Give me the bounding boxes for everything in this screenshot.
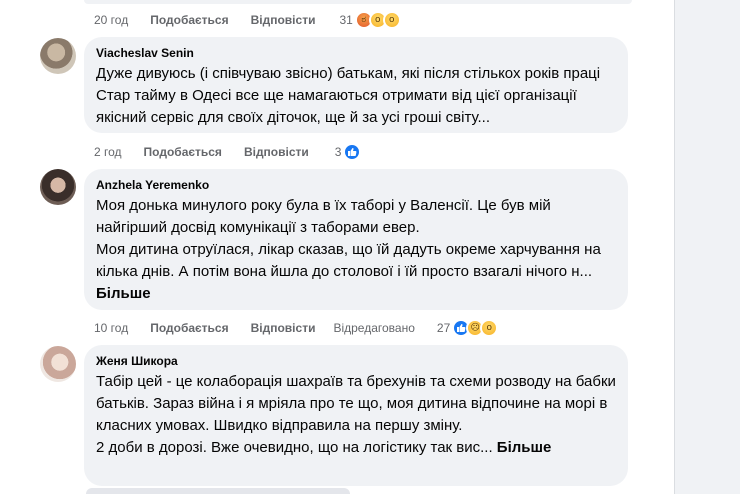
wow-reaction-icon: o [382, 11, 401, 29]
comment-bubble: Женя Шикора Табір цей - це колаборація ш… [84, 345, 628, 486]
reply-button[interactable]: Відповісти [251, 13, 316, 27]
comment-body: Моя донька минулого року була в їх табор… [96, 197, 601, 280]
avatar[interactable] [40, 169, 76, 205]
avatar[interactable] [40, 346, 76, 382]
comment-bubble: Viacheslav Senin Дуже дивуюсь (і співчув… [84, 37, 628, 133]
comment-bubble: Anzhela Yeremenko Моя донька минулого ро… [84, 169, 628, 310]
comment-author[interactable]: Viacheslav Senin [96, 45, 616, 61]
like-button[interactable]: Подобається [150, 321, 228, 335]
comment-author[interactable]: Женя Шикора [96, 353, 616, 369]
comment-time[interactable]: 20 год [94, 13, 128, 27]
reply-button[interactable]: Відповісти [251, 321, 316, 335]
comment-author[interactable]: Anzhela Yeremenko [96, 177, 616, 193]
like-button[interactable]: Подобається [150, 13, 228, 27]
avatar[interactable] [40, 38, 76, 74]
reactions-summary[interactable] [343, 143, 362, 161]
reactions-summary[interactable]: ಠ o o [354, 11, 401, 29]
comment-body: Дуже дивуюсь (і співчуваю звісно) батька… [96, 65, 605, 126]
see-more-link[interactable]: Більше [497, 439, 552, 456]
reactions-summary[interactable]: ☹ o [452, 319, 499, 337]
comment-time[interactable]: 2 год [94, 145, 122, 159]
comment-text: Дуже дивуюсь (і співчуваю звісно) батька… [96, 63, 616, 129]
previous-comment-bubble [84, 0, 632, 4]
comment-actions: 2 год Подобається Відповісти 3 [94, 143, 362, 161]
comment-text: Моя донька минулого року була в їх табор… [96, 195, 616, 305]
comments-page: 20 год Подобається Відповісти 31 ಠ o o V… [0, 0, 740, 494]
reaction-count[interactable]: 27 [437, 321, 450, 335]
comment-actions: 10 год Подобається Відповісти Відредагов… [94, 319, 499, 337]
comment-time[interactable]: 10 год [94, 321, 128, 335]
comment-text: Табір цей - це колаборація шахраїв та бр… [96, 371, 616, 459]
attachment-preview[interactable] [86, 488, 350, 494]
reply-button[interactable]: Відповісти [244, 145, 309, 159]
right-side-panel [674, 0, 740, 494]
wow-reaction-icon: o [480, 319, 499, 337]
see-more-link[interactable]: Більше [96, 285, 151, 302]
edited-label[interactable]: Відредаговано [333, 321, 414, 335]
reaction-count[interactable]: 31 [339, 13, 352, 27]
previous-comment-actions: 20 год Подобається Відповісти 31 ಠ o o [94, 11, 401, 29]
like-button[interactable]: Подобається [144, 145, 222, 159]
reaction-count[interactable]: 3 [335, 145, 342, 159]
like-reaction-icon [343, 143, 362, 161]
